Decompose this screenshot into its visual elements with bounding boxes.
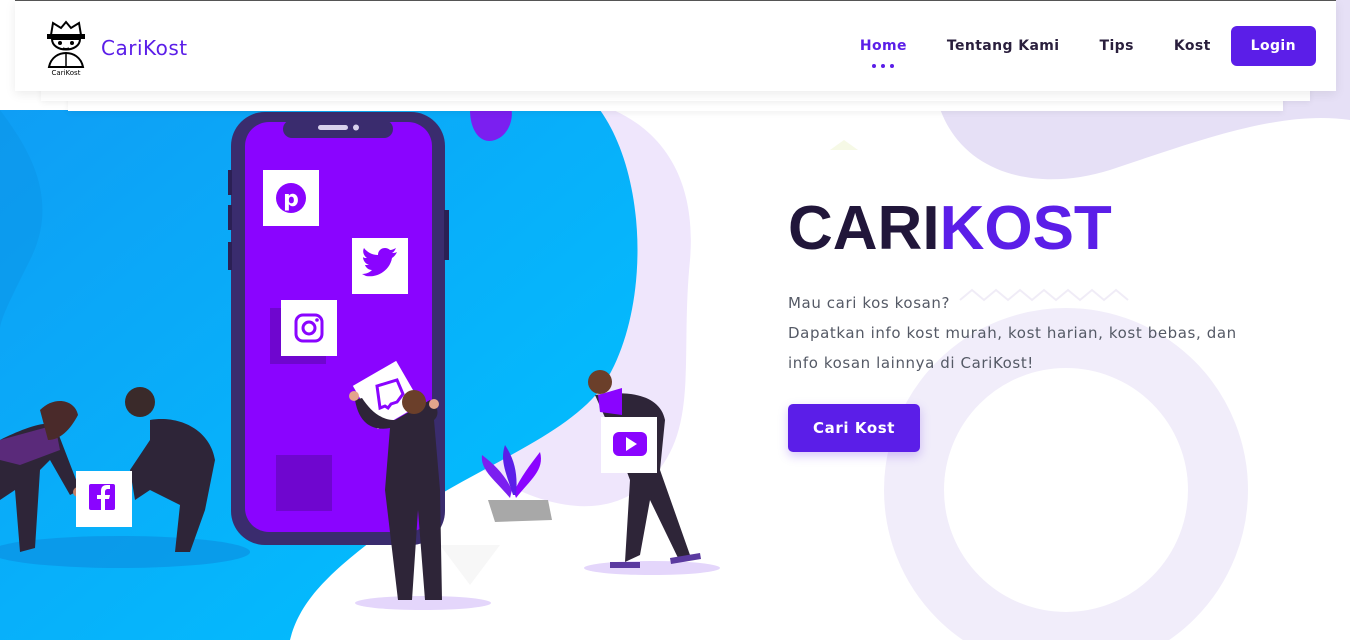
nav-tentang-kami[interactable]: Tentang Kami [947,38,1060,54]
hero-title-plain: CARI [788,194,940,263]
brand[interactable]: CariKost CariKost [43,19,188,77]
twitter-icon [352,238,408,294]
hero-title-accent: KOST [939,194,1112,263]
pinterest-icon: p [263,170,319,226]
navbar: CariKost CariKost Home Tentang Kami Tips… [15,0,1336,91]
logo-caption: CariKost [52,69,81,77]
hero-description: Mau cari kos kosan? Dapatkan info kost m… [788,288,1268,378]
youtube-icon [601,417,657,473]
nav-home[interactable]: Home [859,38,907,68]
hero-title: CARIKOST [788,190,1268,268]
brand-name: CariKost [101,36,188,60]
login-button[interactable]: Login [1230,26,1316,66]
detective-logo-icon: CariKost [47,20,85,77]
nav-kost[interactable]: Kost [1174,38,1211,54]
facebook-icon [76,471,132,527]
plant-decoration [481,445,552,522]
instagram-icon [281,300,337,356]
nav-tips[interactable]: Tips [1100,38,1134,54]
svg-text:p: p [283,187,299,212]
hero-desc-line2: Dapatkan info kost murah, kost harian, k… [788,324,1237,342]
hero-desc-line1: Mau cari kos kosan? [788,294,951,312]
nav-home-label: Home [859,38,907,54]
hero-section: CARIKOST Mau cari kos kosan? Dapatkan in… [788,190,1268,452]
main-menu: Home Tentang Kami Tips Kost Login [859,26,1316,68]
cari-kost-button[interactable]: Cari Kost [788,404,921,452]
active-indicator-dots [872,64,895,68]
hero-desc-line3: info kosan lainnya di CariKost! [788,354,1034,372]
